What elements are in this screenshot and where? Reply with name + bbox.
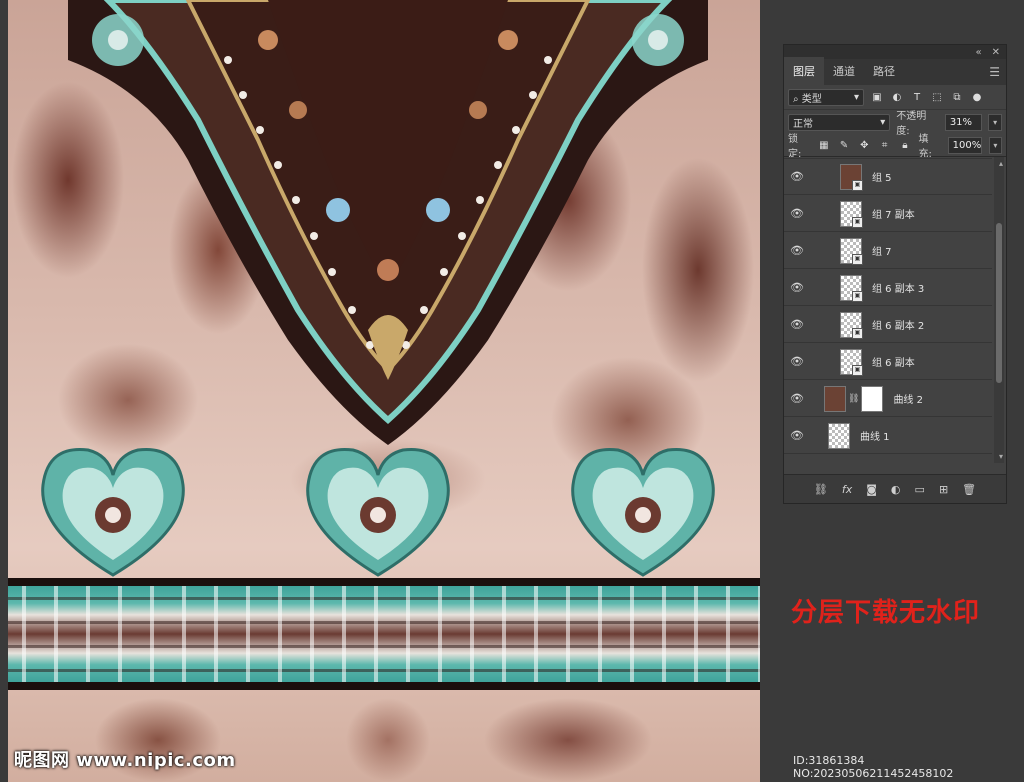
layer-thumbnail: ▣ [840,200,863,228]
layer-name: 曲线 2 [893,395,923,406]
chevron-down-icon: ▾ [880,116,886,128]
fill-label: 填充: [918,134,932,160]
layer-row[interactable]: 👁︎ ▣ 组 7 [784,233,992,269]
opacity-dropdown-icon[interactable]: ▾ [988,113,1002,131]
type-filter-icon[interactable]: T [910,90,924,104]
visibility-eye-icon[interactable]: 👁︎ [784,318,810,331]
fill-input[interactable]: 100% [947,136,982,154]
yoke-ornament [68,0,708,445]
visibility-eye-icon[interactable]: 👁︎ [784,281,810,294]
layer-row[interactable]: 👁︎ 曲线 1 [784,418,992,454]
layer-thumbnail: ▣ [840,163,863,191]
band-top-edge [8,578,760,586]
mask-thumbnail[interactable] [861,385,884,412]
heart-motif-right [571,447,715,577]
lock-artboard-icon[interactable]: ⌗ [878,138,891,152]
new-layer-icon[interactable]: ⊞ [939,483,948,496]
opacity-input[interactable]: 31% [944,113,983,131]
layer-name: 组 6 副本 [872,358,915,369]
layer-thumbnail: ▣ [840,348,863,376]
site-watermark: 昵图网 www.nipic.com [14,750,236,771]
link-icon[interactable]: ⛓︎ [848,394,859,404]
lock-all-icon[interactable]: 🔒︎ [898,138,911,152]
layer-thumbnail: ▣ [840,274,863,302]
new-group-icon[interactable]: ▭ [915,483,925,496]
fill-dropdown-icon[interactable]: ▾ [988,136,1003,154]
adjustment-thumbnail [828,422,850,449]
filter-kind-select[interactable]: ⌕ 类型 ▾ [788,88,864,106]
layer-thumbnail: ▣ [840,237,863,265]
blend-mode-label: 正常 [793,118,813,130]
layer-row[interactable]: 👁︎ ▣ 组 6 副本 3 [784,270,992,306]
layer-name: 组 6 副本 3 [872,284,925,295]
layer-row[interactable]: 👁︎ ⛓︎ 曲线 2 [784,381,992,417]
close-icon[interactable]: ✕ [992,47,1000,58]
shape-filter-icon[interactable]: ⬚ [930,90,944,104]
scroll-down-icon[interactable]: ▾ [999,452,1003,461]
trash-icon[interactable]: 🗑︎ [962,483,976,496]
lock-pixels-icon[interactable]: ✎ [837,138,850,152]
layers-panel: « ✕ 图层 通道 路径 ☰ ⌕ 类型 ▾ ▣ ◐ T ⬚ ⧉ ● 正常 ▾ 不… [783,44,1007,504]
visibility-eye-icon[interactable]: 👁︎ [784,207,810,220]
lock-position-icon[interactable]: ✥ [858,138,871,152]
layer-name: 组 6 副本 2 [872,321,925,332]
adjustment-filter-icon[interactable]: ◐ [890,90,904,104]
filter-kind-label: 类型 [801,93,822,105]
layer-name: 曲线 1 [860,432,890,443]
promo-text: 分层下载无水印 [791,598,981,628]
heart-motif-left [41,447,185,577]
visibility-eye-icon[interactable]: 👁︎ [784,170,810,183]
layer-thumbnail: ▣ [840,311,863,339]
blend-row: 正常 ▾ 不透明度: 31% ▾ [784,110,1006,137]
tab-channels[interactable]: 通道 [824,57,864,85]
link-layers-icon[interactable]: ⛓︎ [814,483,828,496]
filter-toggle-icon[interactable]: ● [970,90,984,104]
layer-name: 组 7 [872,247,892,258]
filter-row: ⌕ 类型 ▾ ▣ ◐ T ⬚ ⧉ ● [784,85,1006,110]
tab-paths[interactable]: 路径 [864,57,904,85]
visibility-eye-icon[interactable]: 👁︎ [784,392,810,405]
lock-row: 锁定: ▦ ✎ ✥ ⌗ 🔒︎ 填充: 100% ▾ [784,134,1006,160]
layer-row[interactable]: 👁︎ ▣ 组 6 副本 2 [784,307,992,343]
layer-row[interactable]: 👁︎ ▣ 组 6 副本 [784,344,992,380]
layer-name: 组 7 副本 [872,210,915,221]
visibility-eye-icon[interactable]: 👁︎ [784,429,810,442]
search-icon: ⌕ [793,93,799,105]
image-id-text: ID:31861384 NO:20230506211452458102 [793,754,954,780]
layer-row[interactable]: 👁︎ ▣ 组 5 [784,159,992,195]
heart-motif-center [306,447,450,577]
artwork-canvas[interactable]: 昵图网 www.nipic.com [8,0,760,782]
lock-transparency-icon[interactable]: ▦ [817,138,830,152]
panel-tabs: 图层 通道 路径 ☰ [784,57,1006,85]
layer-row[interactable]: 👁︎ ▣ 组 7 副本 [784,196,992,232]
new-adjustment-icon[interactable]: ◐ [891,483,901,496]
visibility-eye-icon[interactable]: 👁︎ [784,244,810,257]
fx-icon[interactable]: fx [842,483,852,496]
ornamental-border-band [8,586,760,682]
layer-name: 组 5 [872,173,892,184]
tab-layers[interactable]: 图层 [784,57,824,85]
lock-label: 锁定: [788,134,802,160]
visibility-eye-icon[interactable]: 👁︎ [784,355,810,368]
smart-object-filter-icon[interactable]: ⧉ [950,90,964,104]
panel-menu-icon[interactable]: ☰ [989,65,1000,79]
adjustment-thumbnail [824,385,846,412]
add-mask-icon[interactable]: ◙ [866,483,877,496]
collapse-icon[interactable]: « [975,47,981,58]
band-bottom-edge [8,682,760,690]
layer-scrollbar-thumb[interactable] [996,223,1002,383]
chevron-down-icon: ▾ [853,91,859,103]
scroll-up-icon[interactable]: ▴ [999,159,1003,168]
layer-list: 👁︎ ▣ 组 5 👁︎ ▣ 组 7 副本 👁︎ ▣ 组 7 👁︎ ▣ 组 6 副… [784,157,1006,463]
blend-mode-select[interactable]: 正常 ▾ [788,113,891,131]
image-filter-icon[interactable]: ▣ [870,90,884,104]
panel-bottom-toolbar: ⛓︎ fx ◙ ◐ ▭ ⊞ 🗑︎ [784,474,1006,503]
